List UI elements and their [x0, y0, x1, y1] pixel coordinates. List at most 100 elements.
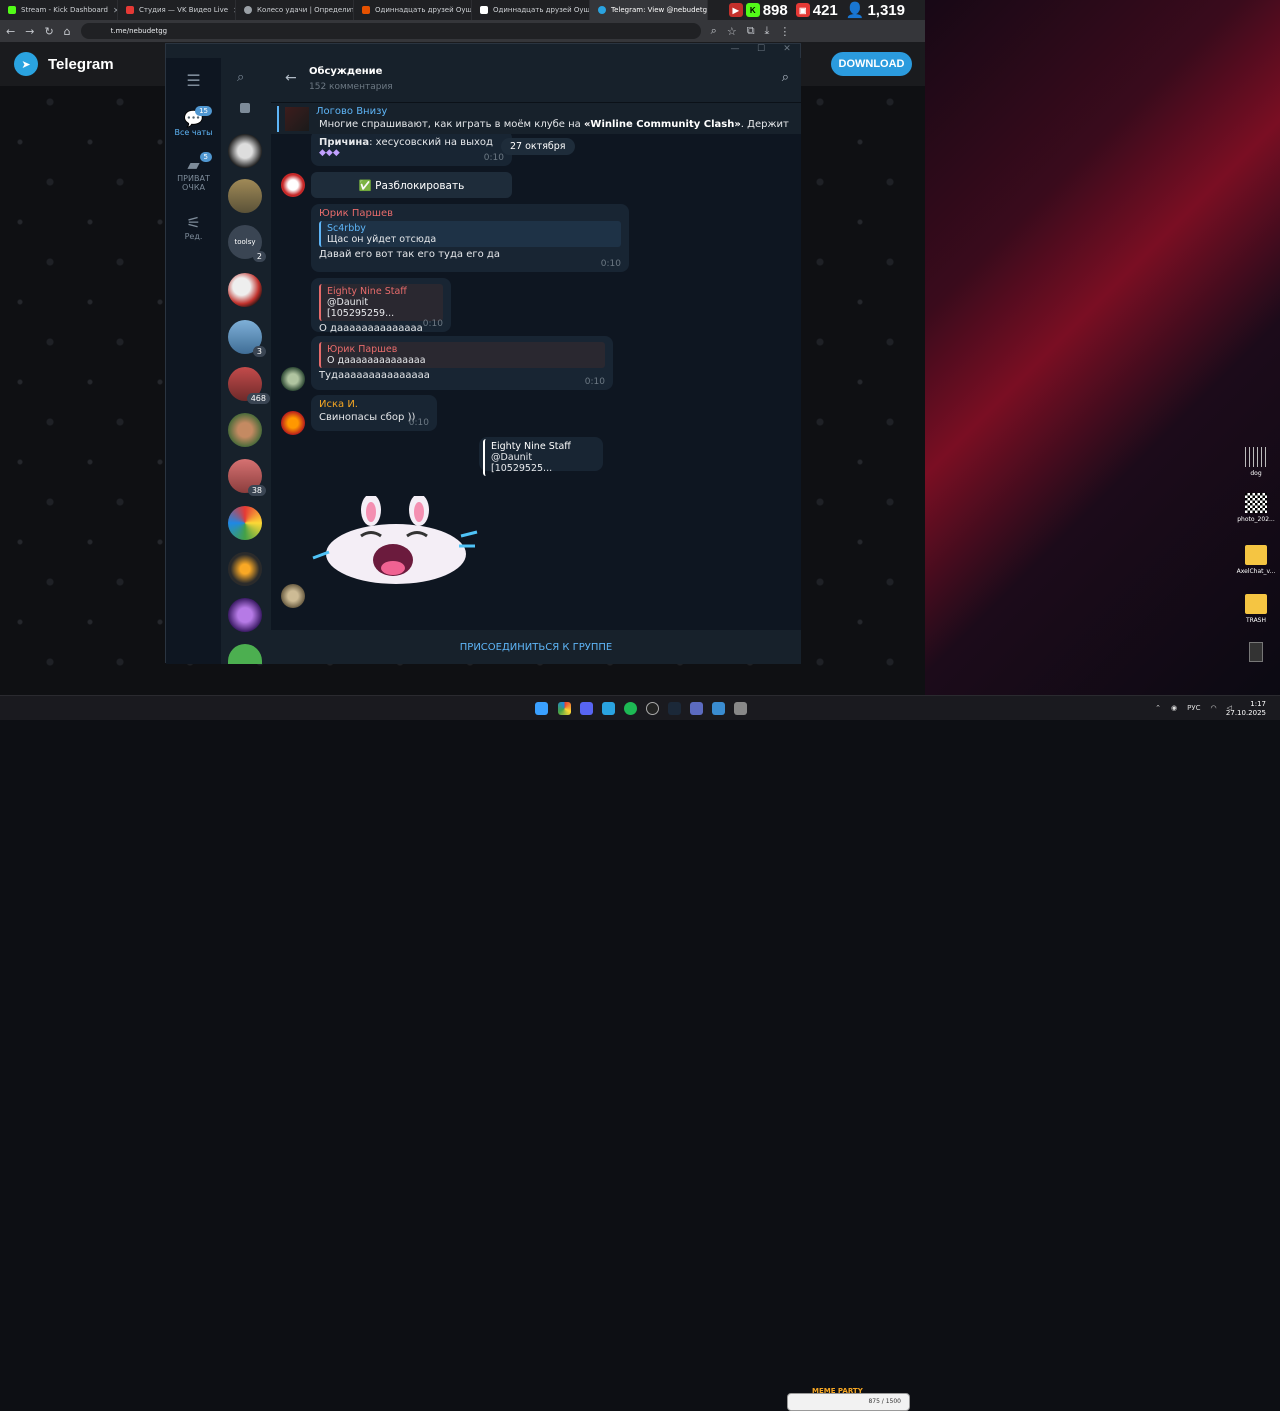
chevron-up-icon[interactable]: ⌃ — [1155, 704, 1161, 712]
back-arrow-icon[interactable]: ← — [285, 70, 297, 86]
join-group-button[interactable]: ПРИСОЕДИНИТЬСЯ К ГРУППЕ — [271, 630, 801, 664]
pinned-indicator — [277, 106, 279, 132]
tab-kick[interactable]: Stream - Kick Dashboard✕ — [0, 0, 118, 20]
qr-image-icon — [1245, 493, 1267, 513]
start-icon[interactable] — [535, 702, 548, 715]
desktop-icon-archive[interactable] — [1236, 642, 1276, 665]
menu-button[interactable]: ☰ — [166, 72, 221, 90]
movie-icon — [362, 6, 370, 14]
chrome-icon[interactable] — [558, 702, 571, 715]
message-bubble[interactable]: Причина: хесусовский на выход ◆◆◆ 0:10 — [311, 134, 512, 166]
wifi-icon[interactable]: ◠ — [1211, 704, 1217, 712]
home-icon[interactable]: ⌂ — [64, 25, 71, 38]
reply-sender: Sc4rbby — [327, 223, 366, 234]
chat-avatar[interactable]: 468 — [228, 367, 270, 404]
tab-vk[interactable]: Студия — VK Видео Live✕ — [118, 0, 236, 20]
message-bubble[interactable]: Eighty Nine Staff @Daunit [105295259... … — [311, 278, 451, 334]
tab-wheel[interactable]: Колесо удачи | Определите пр✕ — [236, 0, 354, 20]
reload-icon[interactable]: ↻ — [44, 25, 53, 38]
hamburger-icon: ☰ — [186, 71, 201, 90]
pinned-text: Многие спрашивают, как играть в моём клу… — [319, 119, 789, 130]
obs-icon[interactable] — [646, 702, 659, 715]
chat-avatar[interactable]: toolsy 2 — [228, 225, 266, 262]
telegram-icon[interactable] — [602, 702, 615, 715]
chat-avatar[interactable] — [228, 506, 262, 540]
reply-quote[interactable]: Sc4rbby Щас он уйдет отсюда — [319, 221, 621, 247]
chat-avatar[interactable] — [228, 273, 262, 307]
keyboard-layout[interactable]: РУС — [1187, 704, 1200, 712]
telegram-icon — [598, 6, 606, 14]
maximize-icon[interactable]: ☐ — [748, 44, 774, 58]
sender-name: Юрик Паршев — [319, 208, 394, 219]
chat-avatar[interactable] — [228, 134, 262, 168]
forward-icon[interactable]: → — [25, 25, 34, 38]
bot-avatar[interactable] — [281, 173, 305, 197]
extensions-icon[interactable]: ⧉ — [747, 24, 755, 38]
steam-icon[interactable] — [668, 702, 681, 715]
url-field[interactable]: t.me/nebudetgg — [80, 23, 701, 39]
download-icon[interactable]: ⤓ — [765, 24, 770, 38]
search-icon[interactable]: ⌕ — [782, 70, 789, 85]
reason-text: : хесусовский на выход — [369, 137, 493, 148]
tab-movie-1[interactable]: Одиннадцать друзей Оушен✕ — [354, 0, 472, 20]
app-icon[interactable] — [734, 702, 747, 715]
tab-movie-2[interactable]: Одиннадцать друзей Оушен✕ — [472, 0, 590, 20]
chat-avatar[interactable] — [228, 413, 262, 447]
bunny-sticker[interactable] — [311, 496, 481, 586]
chat-avatar[interactable] — [228, 552, 262, 586]
chats-icon: 💬 — [183, 109, 204, 128]
close-icon[interactable]: ✕ — [774, 44, 800, 58]
tab-telegram[interactable]: Telegram: View @nebudetgg✕ — [590, 0, 708, 20]
archive-icon[interactable] — [240, 103, 250, 113]
user-avatar[interactable] — [281, 584, 305, 608]
message-text: Давай его вот так его туда его да — [319, 249, 500, 260]
desktop-icon-trash[interactable]: TRASH — [1236, 594, 1276, 624]
pinned-title: Логово Внизу — [316, 106, 388, 117]
folder-label: Все чаты — [174, 128, 213, 137]
desktop-icon-dog[interactable]: dog — [1236, 447, 1276, 477]
reply-text: @Daunit [10529525... — [491, 452, 553, 474]
message-bubble[interactable]: Юрик Паршев О даааааааааааааа Тудааааааа… — [311, 336, 613, 390]
clock[interactable]: 1:17 27.10.2025 — [1226, 700, 1266, 718]
download-button[interactable]: DOWNLOAD — [831, 52, 912, 76]
telegram-logo-icon[interactable]: ➤ — [14, 52, 38, 76]
zoom-icon[interactable]: ⌕ — [711, 24, 717, 38]
chat-avatar[interactable]: 38 — [228, 459, 266, 496]
user-avatar[interactable] — [281, 411, 305, 435]
minimize-icon[interactable]: — — [722, 44, 748, 58]
folder-edit[interactable]: ⚟ Ред. — [166, 214, 221, 242]
pinned-message[interactable]: Логово Внизу Многие спрашивают, как игра… — [271, 102, 801, 134]
back-icon[interactable]: ← — [6, 25, 15, 38]
app-icon[interactable] — [690, 702, 703, 715]
address-bar: ← → ↻ ⌂ t.me/nebudetgg ⌕ ☆ ⧉ ⤓ ⋮ — [0, 20, 925, 42]
reply-quote[interactable]: Eighty Nine Staff @Daunit [105295259... — [319, 284, 443, 321]
app-icon[interactable] — [712, 702, 725, 715]
desktop-icon-photo[interactable]: photo_202... — [1236, 493, 1276, 523]
folder-private[interactable]: ▰ 5 ПРИВАТ ОЧКА — [166, 152, 221, 192]
user-avatar[interactable] — [281, 367, 305, 391]
reply-sender: Юрик Паршев — [327, 344, 398, 355]
chat-avatar[interactable]: 3 — [228, 320, 266, 357]
reply-preview[interactable]: Eighty Nine Staff @Daunit [10529525... — [479, 437, 603, 476]
pinned-thumbnail — [285, 107, 309, 131]
tab-label: Одиннадцать друзей Оушен — [493, 6, 590, 14]
mic-icon[interactable]: ◉ — [1171, 704, 1177, 712]
chat-avatar[interactable] — [228, 179, 262, 213]
message-bubble[interactable]: Юрик Паршев Sc4rbby Щас он уйдет отсюда … — [311, 204, 629, 272]
search-icon[interactable]: ⌕ — [237, 70, 244, 85]
message-bubble[interactable]: Иска И. Свинопасы сбор )) 0:10 — [311, 395, 437, 431]
desktop-icon-axelchat[interactable]: AxelChat_v... — [1236, 545, 1276, 575]
menu-dots-icon[interactable]: ⋮ — [779, 25, 790, 38]
folder-all-chats[interactable]: 💬 15 Все чаты — [166, 106, 221, 137]
discord-icon[interactable] — [580, 702, 593, 715]
tab-label: Студия — VK Видео Live — [139, 6, 229, 14]
taskbar: MEME PARTY 875 / 1500 ⌃ ◉ РУС ◠ ◁ 1:17 2… — [0, 695, 1280, 1411]
meme-party-widget[interactable]: MEME PARTY 875 / 1500 — [787, 1387, 910, 1411]
unblock-button[interactable]: ✅ Разблокировать — [311, 172, 512, 198]
spotify-icon[interactable] — [624, 702, 637, 715]
chat-avatar[interactable] — [228, 644, 262, 664]
bookmark-star-icon[interactable]: ☆ — [727, 25, 737, 38]
reply-quote[interactable]: Юрик Паршев О даааааааааааааа — [319, 342, 605, 368]
folder-label: Ред. — [184, 232, 203, 241]
chat-avatar[interactable] — [228, 598, 262, 632]
